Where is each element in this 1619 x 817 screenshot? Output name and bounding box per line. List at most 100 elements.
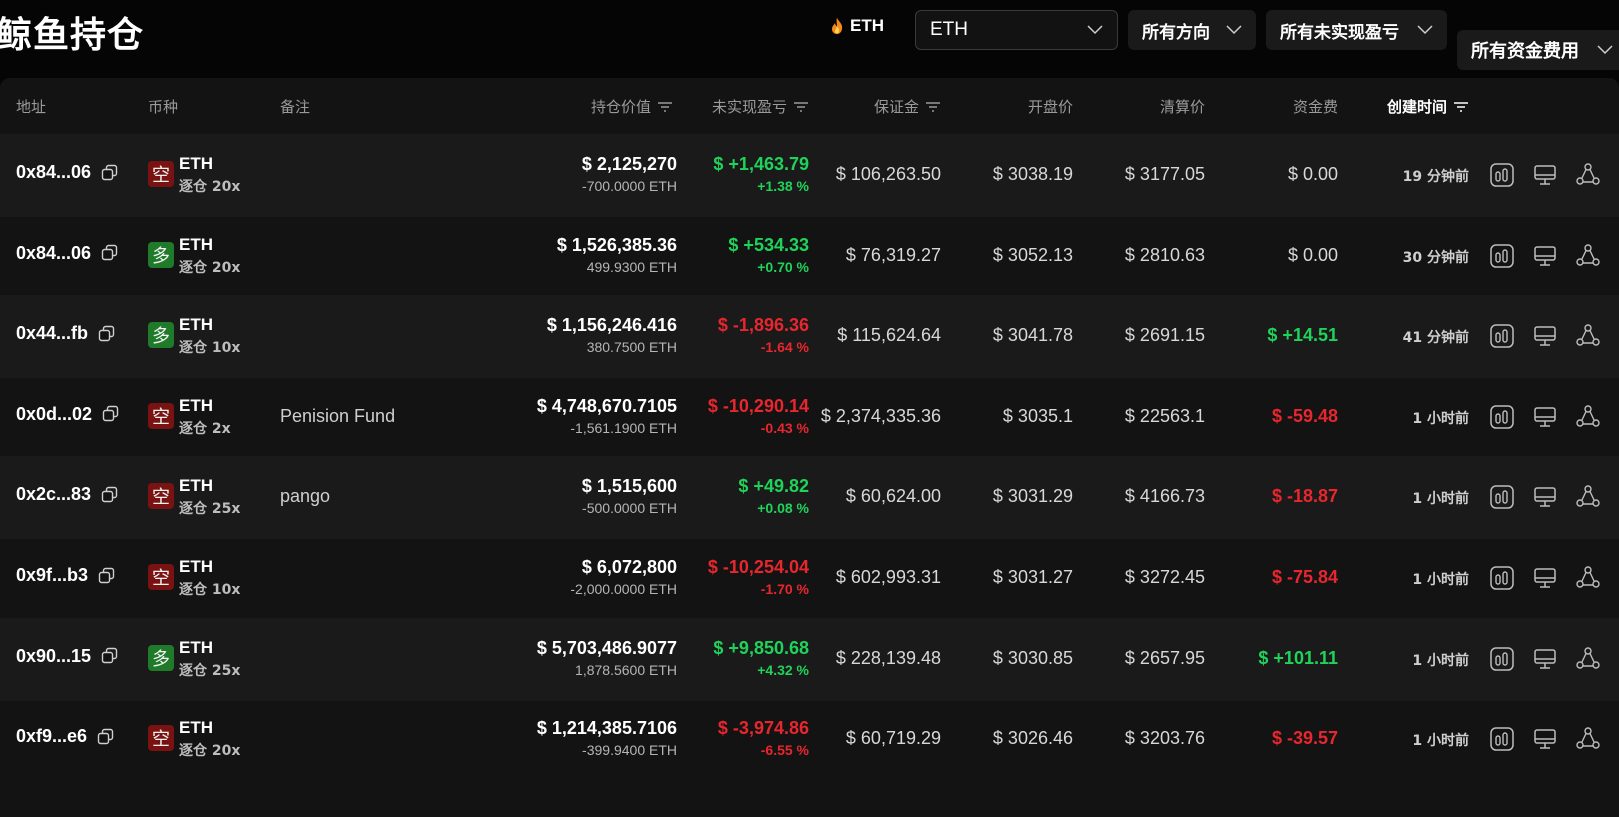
table-row[interactable]: 0x90...15 多 ETH 逐仓 25x $ 5,703,486.9077 … [0, 617, 1619, 701]
table-row[interactable]: 0x84...06 空 ETH 逐仓 20x $ 2,125,270 -700.… [0, 134, 1619, 217]
filter-sort-icon [1454, 101, 1468, 112]
coin-name: ETH [179, 557, 213, 576]
coin-select[interactable]: ETH [915, 10, 1118, 50]
margin-value: $ 60,624.00 [845, 486, 941, 507]
share-icon[interactable] [1575, 726, 1601, 752]
copy-icon[interactable] [97, 728, 115, 746]
share-icon[interactable] [1575, 484, 1601, 510]
created-time: 41 分钟前 [1402, 330, 1469, 347]
chart-icon[interactable] [1489, 726, 1515, 752]
position-size: -2,000.0000 ETH [570, 581, 677, 597]
chevron-down-icon [1087, 25, 1103, 35]
share-icon[interactable] [1575, 323, 1601, 349]
side-badge: 空 [148, 564, 174, 590]
margin-mode: 逐仓 20x [179, 259, 241, 276]
chart-icon[interactable] [1489, 162, 1515, 188]
address-text: 0x84...06 [16, 242, 92, 263]
margin-value: $ 2,374,335.36 [820, 405, 941, 426]
address-cell[interactable]: 0x9f...b3 [16, 565, 116, 586]
col-position-value[interactable]: 持仓价值 [591, 96, 673, 117]
unrealized-pnl-percent: -1.70 % [760, 581, 809, 597]
margin-value: $ 602,993.31 [835, 567, 941, 587]
liq-price: $ 3177.05 [1124, 164, 1205, 184]
col-margin[interactable]: 保证金 [874, 96, 941, 117]
direction-select[interactable]: 所有方向 [1128, 10, 1256, 50]
col-open-price: 开盘价 [1027, 98, 1073, 116]
table-row[interactable]: 0x44...fb 多 ETH 逐仓 10x $ 1,156,246.416 3… [0, 295, 1619, 379]
chevron-down-icon [1417, 25, 1433, 35]
address-cell[interactable]: 0x2c...83 [16, 484, 119, 505]
address-cell[interactable]: 0x84...06 [16, 243, 119, 264]
position-size: -1,561.1900 ETH [570, 419, 677, 436]
share-icon[interactable] [1575, 565, 1601, 591]
monitor-icon[interactable] [1532, 726, 1558, 752]
share-icon[interactable] [1575, 404, 1601, 430]
monitor-icon[interactable] [1532, 404, 1558, 430]
share-icon[interactable] [1575, 243, 1601, 269]
chart-icon[interactable] [1489, 484, 1515, 510]
margin-value: $ 106,263.50 [835, 164, 941, 184]
col-position-value-label: 持仓价值 [590, 98, 651, 116]
chart-icon[interactable] [1489, 565, 1515, 591]
copy-icon[interactable] [98, 567, 116, 585]
table-row[interactable]: 0xf9...e6 空 ETH 逐仓 20x $ 1,214,385.7106 … [0, 698, 1619, 781]
share-icon[interactable] [1575, 162, 1601, 188]
open-price: $ 3052.13 [992, 244, 1073, 265]
address-cell[interactable]: 0xf9...e6 [16, 726, 115, 747]
monitor-icon[interactable] [1532, 323, 1558, 349]
monitor-icon[interactable] [1532, 646, 1558, 672]
address-cell[interactable]: 0x44...fb [16, 323, 116, 344]
copy-icon[interactable] [98, 325, 116, 343]
address-cell[interactable]: 0x0d...02 [16, 404, 120, 425]
monitor-icon[interactable] [1532, 484, 1558, 510]
table-row[interactable]: 0x84...06 多 ETH 逐仓 20x $ 1,526,385.36 49… [0, 215, 1619, 298]
chart-icon[interactable] [1489, 646, 1515, 672]
address-cell[interactable]: 0x84...06 [16, 162, 119, 183]
position-value: $ 6,072,800 [581, 557, 677, 577]
unrealized-pnl: $ -1,896.36 [717, 315, 809, 336]
created-time: 30 分钟前 [1402, 249, 1469, 266]
open-price: $ 3030.85 [992, 647, 1073, 668]
table-row[interactable]: 0x0d...02 空 ETH 逐仓 2x Penision Fund $ 4,… [0, 376, 1619, 459]
margin-value: $ 60,719.29 [845, 728, 941, 749]
copy-icon[interactable] [102, 405, 120, 423]
address-cell[interactable]: 0x90...15 [16, 646, 119, 667]
chart-icon[interactable] [1489, 243, 1515, 269]
col-funding-fee: 资金费 [1292, 98, 1338, 116]
monitor-icon[interactable] [1532, 243, 1558, 269]
side-badge: 多 [148, 241, 174, 268]
pnl-select[interactable]: 所有未实现盈亏 [1266, 10, 1447, 50]
margin-mode: 逐仓 20x [179, 179, 241, 195]
created-time: 1 小时前 [1412, 652, 1469, 669]
position-value: $ 4,748,670.7105 [536, 395, 677, 416]
coin-tag[interactable]: ETH [830, 16, 884, 36]
monitor-icon[interactable] [1532, 565, 1558, 591]
col-created-time[interactable]: 创建时间 [1387, 96, 1469, 117]
address-text: 0x0d...02 [16, 403, 93, 424]
liq-price: $ 2657.95 [1124, 647, 1205, 668]
funding-select[interactable]: 所有资金费用 [1457, 30, 1619, 70]
chart-icon[interactable] [1489, 404, 1515, 430]
col-unrealized-pnl[interactable]: 未实现盈亏 [712, 96, 809, 117]
coin-name: ETH [179, 637, 213, 657]
margin-mode: 逐仓 25x [179, 662, 241, 679]
chevron-down-icon [1226, 25, 1242, 35]
col-liq-price: 清算价 [1159, 98, 1205, 116]
unrealized-pnl-percent: +0.08 % [757, 500, 809, 517]
chart-icon[interactable] [1489, 323, 1515, 349]
table-row[interactable]: 0x2c...83 空 ETH 逐仓 25x pango $ 1,515,600… [0, 456, 1619, 540]
copy-icon[interactable] [101, 486, 119, 504]
monitor-icon[interactable] [1532, 162, 1558, 188]
copy-icon[interactable] [101, 647, 119, 665]
unrealized-pnl-percent: -6.55 % [760, 742, 809, 759]
copy-icon[interactable] [101, 244, 119, 262]
open-price: $ 3038.19 [992, 164, 1073, 184]
liq-price: $ 4166.73 [1124, 486, 1205, 507]
unrealized-pnl-percent: -0.43 % [760, 419, 809, 436]
table-row[interactable]: 0x9f...b3 空 ETH 逐仓 10x $ 6,072,800 -2,00… [0, 537, 1619, 620]
unrealized-pnl: $ +49.82 [738, 476, 809, 497]
share-icon[interactable] [1575, 646, 1601, 672]
created-time: 19 分钟前 [1402, 169, 1469, 185]
coin-select-value: ETH [930, 19, 968, 40]
copy-icon[interactable] [101, 164, 119, 182]
